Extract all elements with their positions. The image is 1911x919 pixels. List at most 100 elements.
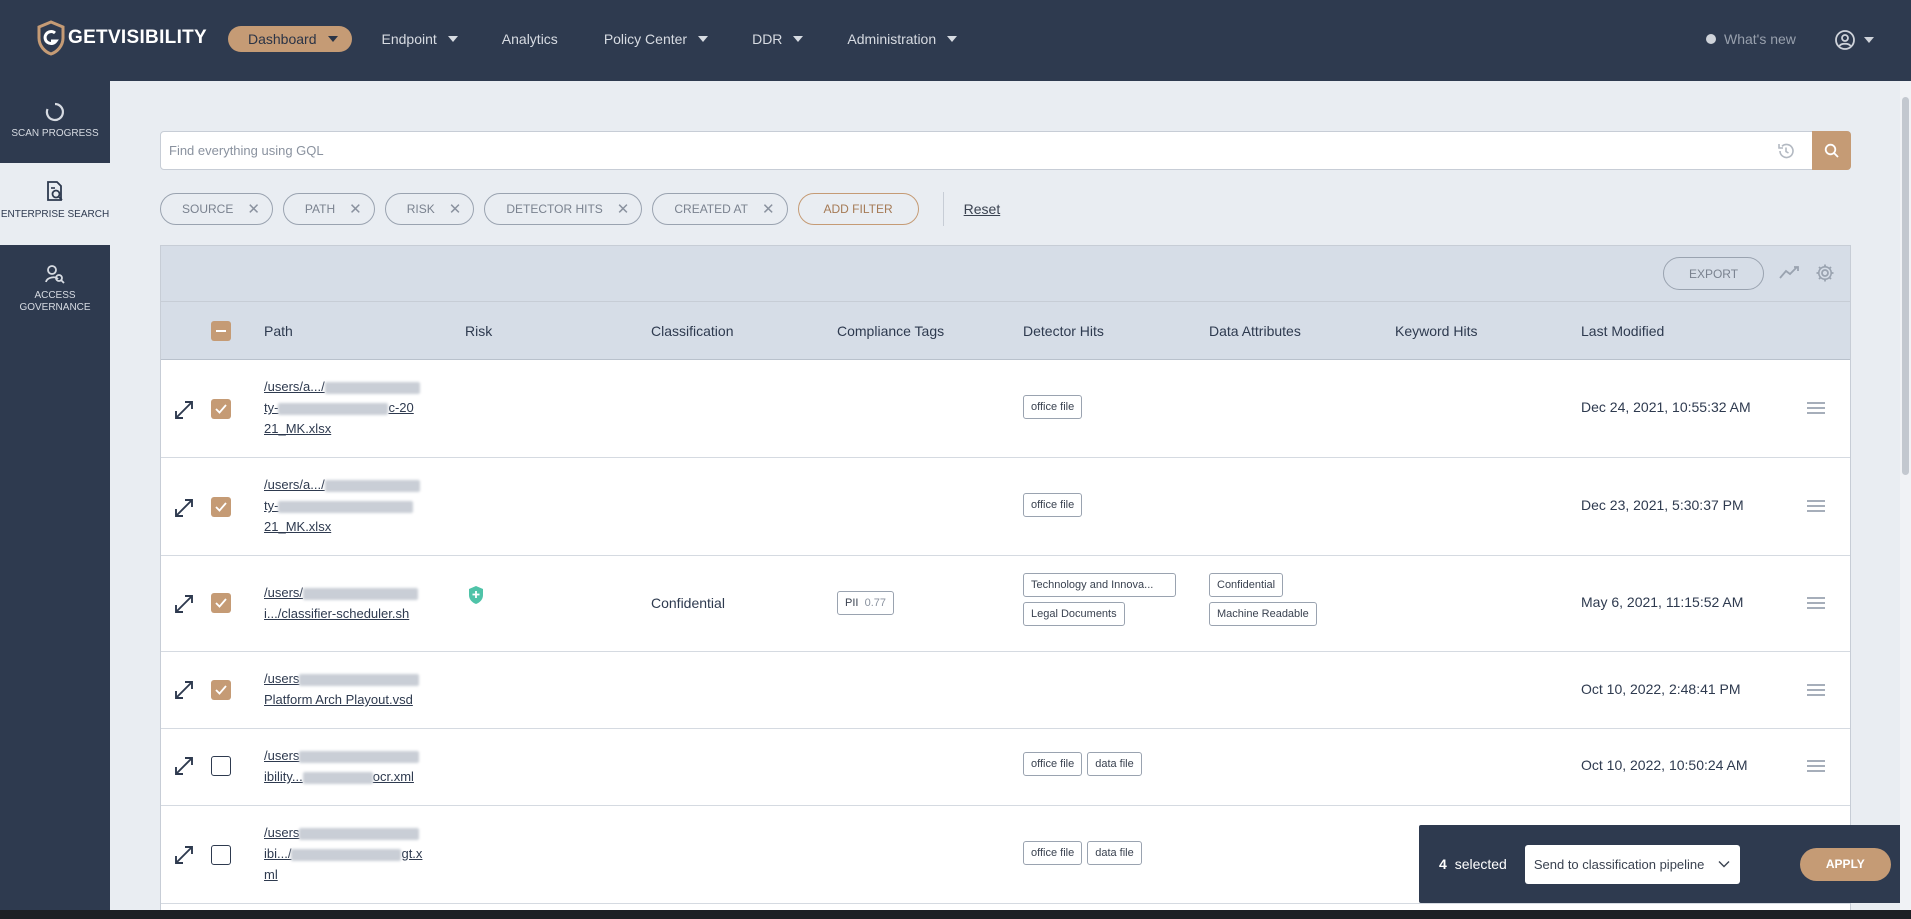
chevron-down-icon [447, 36, 458, 42]
filter-chip-label: SOURCE [182, 202, 234, 216]
sidebar-item-enterprise-search[interactable]: ENTERPRISE SEARCH [0, 163, 110, 245]
whats-new-link[interactable]: What's new [1706, 31, 1796, 47]
nav-administration[interactable]: Administration [847, 31, 958, 47]
detector-tag[interactable]: office file [1023, 493, 1083, 517]
nav-analytics[interactable]: Analytics [502, 31, 558, 47]
apply-button[interactable]: APPLY [1799, 847, 1891, 881]
classification-value: Confidential [651, 595, 725, 611]
column-header-classification[interactable]: Classification [651, 323, 733, 339]
path-link[interactable]: /users/a.../ ty-c-20 21_MK.xlsx [264, 376, 434, 439]
row-checkbox[interactable] [211, 593, 231, 613]
row-checkbox[interactable] [211, 756, 231, 776]
filter-chip-path[interactable]: PATH ✕ [282, 193, 375, 225]
search-button[interactable] [1812, 131, 1851, 170]
search-input[interactable] [161, 132, 1776, 169]
reset-link[interactable]: Reset [964, 201, 1001, 217]
filter-chip-created-at[interactable]: CREATED AT ✕ [652, 193, 788, 225]
close-icon[interactable]: ✕ [449, 200, 462, 218]
row-checkbox[interactable] [211, 680, 231, 700]
select-all-checkbox[interactable] [211, 321, 231, 341]
brand-logo[interactable]: GETVISIBILITY [36, 20, 207, 56]
scrollbar-thumb[interactable] [1902, 97, 1909, 475]
history-icon[interactable] [1776, 141, 1796, 161]
row-checkbox[interactable] [211, 399, 231, 419]
expand-icon[interactable] [173, 679, 195, 701]
detector-hits-cell: office file [1023, 493, 1083, 517]
expand-icon[interactable] [173, 755, 195, 777]
notification-dot-icon [1706, 34, 1716, 44]
nav-policy-center-label: Policy Center [603, 31, 688, 47]
close-icon[interactable]: ✕ [617, 200, 630, 218]
filter-chip-label: RISK [406, 202, 435, 216]
table-row[interactable]: /users Platform Arch Playout.vsd Oct 10,… [161, 652, 1850, 729]
sidebar-item-scan-progress[interactable]: SCAN PROGRESS [0, 81, 110, 163]
filter-chip-risk[interactable]: RISK ✕ [384, 193, 475, 225]
filter-chip-detector-hits[interactable]: DETECTOR HITS ✕ [484, 193, 643, 225]
detector-tag[interactable]: data file [1087, 752, 1142, 776]
data-attribute-tag[interactable]: Confidential [1209, 573, 1284, 597]
detector-tag[interactable]: office file [1023, 395, 1083, 419]
data-attribute-tag[interactable]: Machine Readable [1209, 602, 1317, 626]
filter-chip-source[interactable]: SOURCE ✕ [160, 193, 273, 225]
expand-icon[interactable] [173, 593, 195, 615]
expand-icon[interactable] [173, 399, 195, 421]
path-link[interactable]: /users/a.../ ty- 21_MK.xlsx [264, 474, 434, 537]
shield-icon [469, 586, 483, 604]
row-menu-icon[interactable] [1806, 498, 1826, 514]
column-header-compliance-tags[interactable]: Compliance Tags [837, 323, 944, 339]
page-scrollbar[interactable] [1900, 81, 1911, 910]
detector-tag[interactable]: data file [1087, 841, 1142, 865]
compliance-tag-score: 0.77 [864, 597, 886, 609]
path-segment: ml [264, 867, 278, 882]
nav-ddr[interactable]: DDR [752, 31, 804, 47]
detector-tag[interactable]: office file [1023, 841, 1083, 865]
detector-tag[interactable]: Technology and Innova... [1023, 573, 1176, 597]
path-link[interactable]: /users Platform Arch Playout.vsd [264, 668, 434, 710]
add-filter-button[interactable]: ADD FILTER [797, 193, 919, 225]
path-segment: /users [264, 671, 300, 686]
gear-icon[interactable] [1815, 263, 1835, 283]
detector-tag[interactable]: Legal Documents [1023, 602, 1125, 626]
results-toolbar: EXPORT [161, 246, 1850, 302]
detector-tag[interactable]: office file [1023, 752, 1083, 776]
nav-dashboard[interactable]: Dashboard [228, 26, 352, 52]
table-row[interactable]: /users/ i.../classifier-scheduler.sh Con… [161, 556, 1850, 652]
column-header-risk[interactable]: Risk [465, 323, 492, 339]
user-menu[interactable] [1834, 29, 1874, 51]
detector-hits-cell: office file [1023, 395, 1083, 419]
path-segment: ocr.xml [372, 769, 414, 784]
row-checkbox[interactable] [211, 497, 231, 517]
column-header-data-attributes[interactable]: Data Attributes [1209, 323, 1301, 339]
nav-endpoint[interactable]: Endpoint [382, 31, 458, 47]
path-segment: ibility... [264, 769, 303, 784]
main-nav: Dashboard Endpoint Analytics Policy Cent… [228, 26, 1001, 52]
path-link[interactable]: /users/ i.../classifier-scheduler.sh [264, 582, 434, 624]
path-link[interactable]: /users ibility... ocr.xml [264, 745, 434, 787]
close-icon[interactable]: ✕ [349, 200, 362, 218]
column-header-last-modified[interactable]: Last Modified [1581, 323, 1664, 339]
export-button[interactable]: EXPORT [1663, 257, 1764, 290]
column-header-keyword-hits[interactable]: Keyword Hits [1395, 323, 1477, 339]
sidebar-item-access-governance[interactable]: ACCESS GOVERNANCE [0, 245, 110, 327]
close-icon[interactable]: ✕ [762, 200, 775, 218]
row-checkbox[interactable] [211, 845, 231, 865]
expand-icon[interactable] [173, 844, 195, 866]
compliance-tag[interactable]: PII 0.77 [837, 591, 894, 615]
path-link[interactable]: /users ibi.../ gt.x ml [264, 822, 434, 885]
row-menu-icon[interactable] [1806, 758, 1826, 774]
bulk-action-select[interactable]: Send to classification pipeline [1524, 844, 1740, 884]
check-icon [215, 685, 227, 695]
close-icon[interactable]: ✕ [247, 200, 260, 218]
column-header-detector-hits[interactable]: Detector Hits [1023, 323, 1104, 339]
table-row[interactable]: /users/a.../ ty- 21_MK.xlsx office file … [161, 458, 1850, 556]
row-menu-icon[interactable] [1806, 400, 1826, 416]
expand-icon[interactable] [173, 497, 195, 519]
trend-chart-icon[interactable] [1779, 264, 1801, 280]
nav-endpoint-label: Endpoint [381, 31, 437, 47]
column-header-path[interactable]: Path [264, 323, 293, 339]
table-row[interactable]: /users/a.../ ty-c-20 21_MK.xlsx office f… [161, 360, 1850, 458]
table-row[interactable]: /users ibility... ocr.xml office file dat… [161, 729, 1850, 806]
row-menu-icon[interactable] [1806, 682, 1826, 698]
nav-policy-center[interactable]: Policy Center [603, 31, 709, 47]
row-menu-icon[interactable] [1806, 595, 1826, 611]
